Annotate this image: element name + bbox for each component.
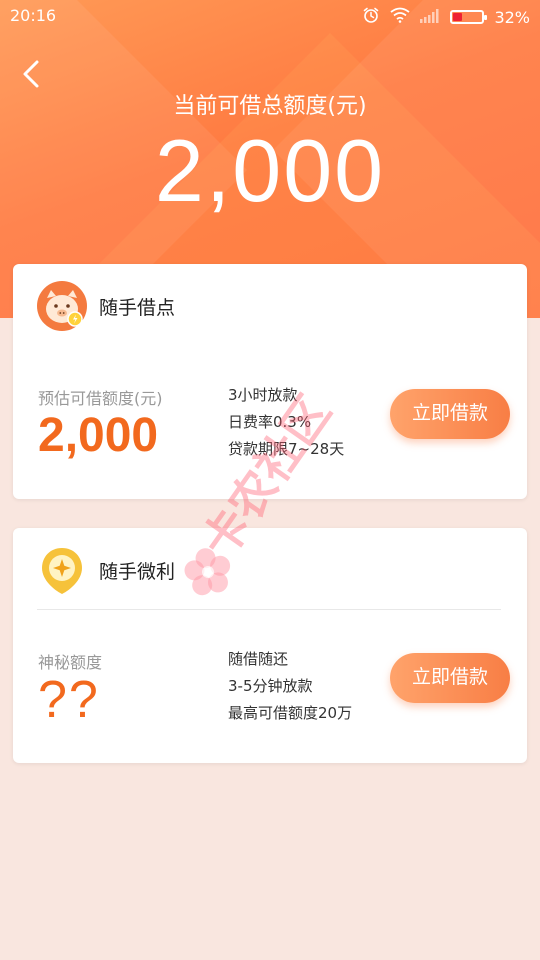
signal-icon	[420, 8, 440, 27]
apply-loan-button[interactable]: 立即借款	[390, 653, 510, 703]
apply-loan-button[interactable]: 立即借款	[390, 389, 510, 439]
product-name: 随手借点	[99, 297, 176, 319]
alarm-icon	[362, 6, 380, 28]
divider	[37, 609, 501, 610]
total-quota-title: 当前可借总额度(元)	[173, 94, 367, 119]
chevron-left-icon	[23, 60, 39, 88]
status-time: 20:16	[10, 6, 57, 25]
quota-value: 2,000	[38, 409, 159, 462]
feature-item: 日费率0.3%	[228, 413, 312, 431]
product-name: 随手微利	[99, 561, 176, 583]
back-button[interactable]	[18, 58, 46, 90]
wifi-icon	[390, 7, 410, 27]
feature-item: 贷款期限7~28天	[228, 440, 345, 458]
coin-icon	[36, 544, 88, 596]
feature-item: 随借随还	[228, 650, 289, 668]
feature-item: 3小时放款	[228, 386, 298, 404]
feature-list: 随借随还 3-5分钟放款 最高可借额度20万	[228, 646, 352, 727]
status-bar: 20:16 32%	[0, 0, 540, 32]
product-card-suishou-jiedian: 随手借点 预估可借额度(元) 2,000 3小时放款 日费率0.3% 贷款期限7…	[13, 264, 527, 499]
status-icons: 32%	[362, 6, 530, 28]
battery-percent: 32%	[494, 7, 530, 27]
feature-item: 3-5分钟放款	[228, 677, 313, 695]
total-quota-amount: 2,000	[154, 121, 386, 220]
pig-icon	[36, 280, 88, 332]
feature-item: 最高可借额度20万	[228, 704, 353, 722]
battery-level	[453, 13, 463, 21]
product-card-suishou-weili: 随手微利 神秘额度 ?? 随借随还 3-5分钟放款 最高可借额度20万 立即借款	[13, 528, 527, 763]
feature-list: 3小时放款 日费率0.3% 贷款期限7~28天	[228, 382, 344, 463]
battery-icon	[450, 10, 488, 24]
quota-value: ??	[38, 671, 100, 729]
quota-label: 预估可借额度(元)	[38, 389, 163, 408]
